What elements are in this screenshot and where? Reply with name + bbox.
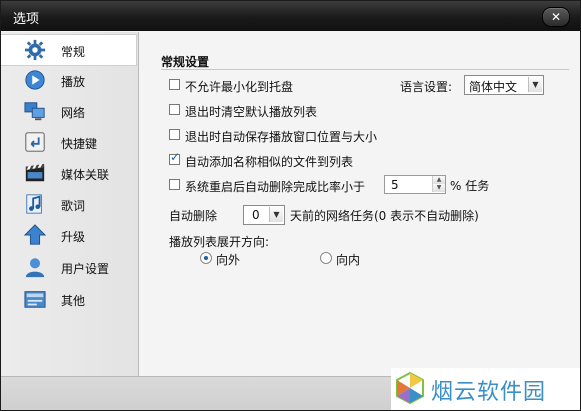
other-icon (24, 291, 46, 308)
option-label: 自动添加名称相似的文件到列表 (185, 155, 354, 169)
radio-inward-label: 向内 (336, 253, 361, 267)
sidebar-item-playback[interactable]: 播放 (1, 65, 136, 95)
playlist-direction-label: 播放列表展开方向: (169, 235, 270, 249)
sidebar-item-network[interactable]: 网络 (1, 96, 136, 126)
sidebar-item-shortcuts[interactable]: 快捷键 (1, 127, 136, 157)
checkbox-checked[interactable] (169, 150, 180, 165)
ratio-value: 5 (391, 178, 399, 192)
title-bar[interactable]: 选项 ✕ (1, 1, 580, 31)
option-label: 系统重启后自动删除完成比率小于 (185, 180, 366, 194)
sidebar-item-user-settings[interactable]: 用户设置 (1, 252, 136, 282)
network-icon (24, 102, 45, 121)
sidebar-item-upgrade[interactable]: 升级 (1, 220, 136, 250)
sidebar-item-label: 升级 (61, 230, 86, 244)
ratio-suffix: % 任务 (450, 179, 490, 193)
auto-delete-days-select[interactable]: 0 ▼ (243, 205, 285, 225)
auto-delete-label: 自动删除 (169, 209, 218, 223)
sidebar-item-label: 播放 (61, 75, 86, 89)
sidebar-item-label: 常规 (61, 45, 86, 59)
option-label: 不允许最小化到托盘 (185, 80, 294, 94)
sidebar-item-label: 用户设置 (61, 262, 110, 276)
radio-outward[interactable] (200, 252, 212, 264)
sidebar-item-general[interactable]: 常规 (1, 34, 137, 66)
radio-outward-label: 向外 (216, 253, 241, 267)
sidebar-item-label: 快捷键 (61, 137, 98, 151)
spin-down-icon[interactable]: ▼ (432, 184, 445, 192)
checkbox[interactable] (169, 104, 180, 115)
language-value: 简体中文 (469, 80, 518, 94)
watermark-logo-icon (396, 372, 424, 404)
options-window: 选项 ✕ 常规 播放 网络 快捷键 媒体关联 歌词 升级 用户设置 其他 常规设… (0, 0, 581, 411)
lyrics-icon (26, 194, 42, 214)
language-select[interactable]: 简体中文 ▼ (464, 75, 544, 95)
sidebar-item-label: 媒体关联 (61, 168, 110, 182)
checkbox[interactable] (169, 79, 180, 90)
chevron-down-icon[interactable]: ▼ (269, 207, 283, 222)
sidebar-item-label: 网络 (61, 106, 86, 120)
close-icon: ✕ (550, 10, 562, 24)
option-label: 退出时清空默认播放列表 (185, 105, 318, 119)
section-divider (161, 69, 569, 70)
checkbox[interactable] (169, 129, 180, 140)
sidebar-item-label: 其他 (61, 294, 86, 308)
gear-icon (24, 39, 46, 61)
close-button[interactable]: ✕ (542, 7, 570, 27)
language-label: 语言设置: (400, 80, 453, 94)
spin-up-icon[interactable]: ▲ (432, 176, 445, 184)
radio-inward[interactable] (320, 252, 332, 264)
watermark: 烟云软件园 (391, 368, 580, 410)
sidebar-item-other[interactable]: 其他 (1, 284, 136, 314)
checkbox[interactable] (169, 179, 180, 190)
sidebar-item-lyrics[interactable]: 歌词 (1, 189, 136, 219)
options-sidebar: 常规 播放 网络 快捷键 媒体关联 歌词 升级 用户设置 其他 (1, 32, 139, 376)
play-icon (25, 70, 45, 90)
window-title: 选项 (13, 12, 40, 27)
completion-ratio-stepper[interactable]: 5 ▲ ▼ (384, 175, 446, 194)
general-settings-panel: 常规设置 不允许最小化到托盘 语言设置: 简体中文 ▼ 退出时清空默认播放列表 … (139, 32, 580, 376)
media-association-icon (25, 163, 45, 182)
watermark-text: 烟云软件园 (431, 380, 547, 405)
shortcut-key-icon (25, 132, 45, 152)
chevron-down-icon[interactable]: ▼ (528, 77, 542, 92)
user-icon (25, 258, 45, 278)
sidebar-item-media-association[interactable]: 媒体关联 (1, 158, 136, 188)
auto-delete-suffix: 天前的网络任务(0 表示不自动删除) (290, 209, 479, 223)
auto-delete-days-value: 0 (252, 208, 260, 222)
option-label: 退出时自动保存播放窗口位置与大小 (185, 130, 378, 144)
sidebar-item-label: 歌词 (61, 199, 86, 213)
upgrade-icon (23, 224, 47, 245)
section-title: 常规设置 (161, 55, 210, 69)
